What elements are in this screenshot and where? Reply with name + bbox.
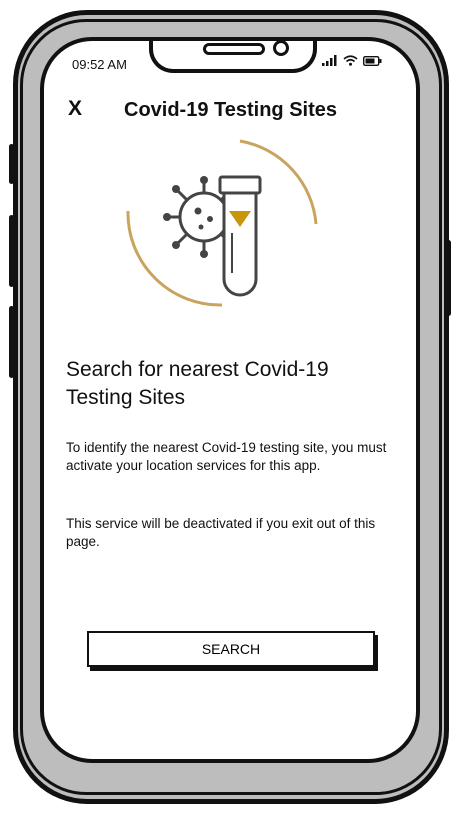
- side-button-volume-down: [9, 306, 14, 378]
- speaker: [203, 43, 265, 55]
- close-button[interactable]: X: [68, 97, 82, 121]
- search-button[interactable]: SEARCH: [87, 631, 375, 667]
- deactivation-info-text: This service will be deactivated if you …: [66, 516, 376, 549]
- section-heading: Search for nearest Covid-19 Testing Site…: [66, 358, 329, 409]
- battery-icon: [363, 55, 382, 66]
- status-time: 09:52 AM: [72, 57, 127, 72]
- side-button-power: [446, 240, 451, 316]
- status-icons: [322, 55, 382, 66]
- location-info-text: To identify the nearest Covid-19 testing…: [66, 440, 387, 473]
- side-button-volume-up: [9, 215, 14, 287]
- notch: [149, 41, 317, 73]
- page-title: Covid-19 Testing Sites: [124, 99, 338, 121]
- phone-screen: 09:52 AM X Covid-19 Testing Sites Search…: [40, 37, 420, 763]
- signal-icon: [322, 55, 337, 66]
- side-button-mute: [9, 144, 14, 184]
- covid-test-tube-icon: [126, 139, 318, 307]
- front-camera: [273, 41, 289, 56]
- wifi-icon: [343, 55, 358, 66]
